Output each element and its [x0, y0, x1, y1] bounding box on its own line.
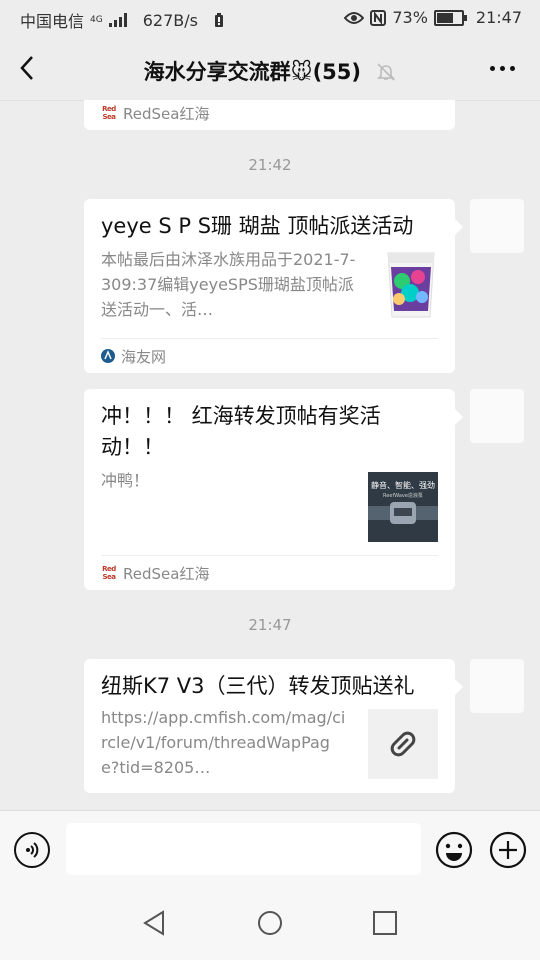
timestamp: 21:47 — [248, 616, 292, 634]
source-label: RedSea红海 — [123, 564, 210, 583]
home-circle-icon[interactable] — [257, 910, 283, 936]
emoji-icon[interactable] — [435, 831, 473, 869]
message-card[interactable]: 纽斯K7 V3（三代）转发顶贴送礼 https://app.cmfish.com… — [84, 659, 463, 793]
message-card[interactable]: yeye S P S珊 瑚盐 顶帖派送活动 本帖最后由沐泽水族用品于2021-7… — [84, 199, 463, 373]
message-card-partial[interactable]: Red Sea RedSea红海 — [84, 100, 455, 130]
voice-button[interactable] — [14, 832, 50, 868]
redsea-pump-image: 静音、智能、强劲 ReefWave造浪泵 — [368, 472, 438, 542]
card-description: https://app.cmfish.com/mag/circle/v1/for… — [101, 708, 346, 777]
source-label: RedSea红海 — [123, 104, 210, 123]
link-icon — [390, 731, 416, 757]
more-dot-icon — [499, 65, 505, 71]
more-dot-icon — [509, 65, 515, 71]
notification-icon — [214, 12, 223, 27]
card-source: Red Sea RedSea红海 — [101, 100, 438, 130]
more-options-button[interactable] — [484, 54, 520, 82]
card-source: Red Sea RedSea红海 — [101, 555, 438, 590]
card-title: 冲！！！ 红海转发顶帖有奖活动！！ — [101, 404, 381, 459]
signal-icon — [108, 13, 127, 27]
coral-salt-bucket-image — [376, 249, 446, 319]
avatar[interactable] — [470, 389, 524, 443]
carrier-label: 中国电信 — [20, 12, 85, 31]
network-type: 4G — [90, 14, 103, 25]
system-nav-bar — [0, 886, 540, 960]
link-thumbnail — [368, 709, 438, 779]
haiyou-logo-icon — [101, 349, 115, 363]
redsea-logo-icon: Red Sea — [102, 105, 116, 121]
source-label: 海友网 — [121, 347, 167, 366]
recents-square-icon[interactable] — [372, 910, 398, 936]
mute-bell-icon — [377, 63, 396, 81]
bucket-illustration — [387, 252, 435, 318]
group-name: 海水分享交流群🐭(55) — [143, 60, 361, 84]
plus-icon[interactable] — [489, 831, 527, 869]
message-input[interactable] — [66, 823, 421, 875]
clock: 21:47 — [475, 8, 522, 27]
card-title: yeye S P S珊 瑚盐 顶帖派送活动 — [101, 214, 414, 238]
more-dot-icon — [489, 65, 495, 71]
eye-icon — [344, 11, 365, 24]
battery-icon — [433, 9, 467, 26]
chat-header: 海水分享交流群🐭(55) — [0, 36, 540, 101]
timestamp: 21:42 — [248, 156, 292, 174]
card-description: 本帖最后由沐泽水族用品于2021-7-309:37编辑yeyeSPS珊瑚盐顶帖派… — [101, 250, 356, 319]
avatar[interactable] — [470, 659, 524, 713]
status-bar: 中国电信 4G 627B/s 73% 21:47 — [0, 0, 540, 36]
voice-icon — [26, 842, 39, 858]
card-title: 纽斯K7 V3（三代）转发顶贴送礼 — [101, 674, 415, 698]
network-speed: 627B/s — [142, 10, 198, 30]
input-bar — [0, 810, 540, 887]
battery-percent: 73% — [392, 8, 428, 27]
nfc-icon — [370, 9, 387, 26]
pump-illustration — [368, 502, 438, 524]
message-card[interactable]: 冲！！！ 红海转发顶帖有奖活动！！ 冲鸭！ 静音、智能、强劲 ReefWave造… — [84, 389, 463, 590]
card-description: 冲鸭！ — [101, 471, 150, 490]
page-title: 海水分享交流群🐭(55) — [0, 56, 540, 86]
card-source: 海友网 — [101, 338, 438, 373]
avatar[interactable] — [470, 199, 524, 253]
redsea-logo-icon: Red Sea — [102, 565, 116, 581]
back-triangle-icon[interactable] — [141, 910, 167, 936]
chat-messages[interactable]: Red Sea RedSea红海 21:42 yeye S P S珊 瑚盐 顶帖… — [0, 100, 540, 810]
